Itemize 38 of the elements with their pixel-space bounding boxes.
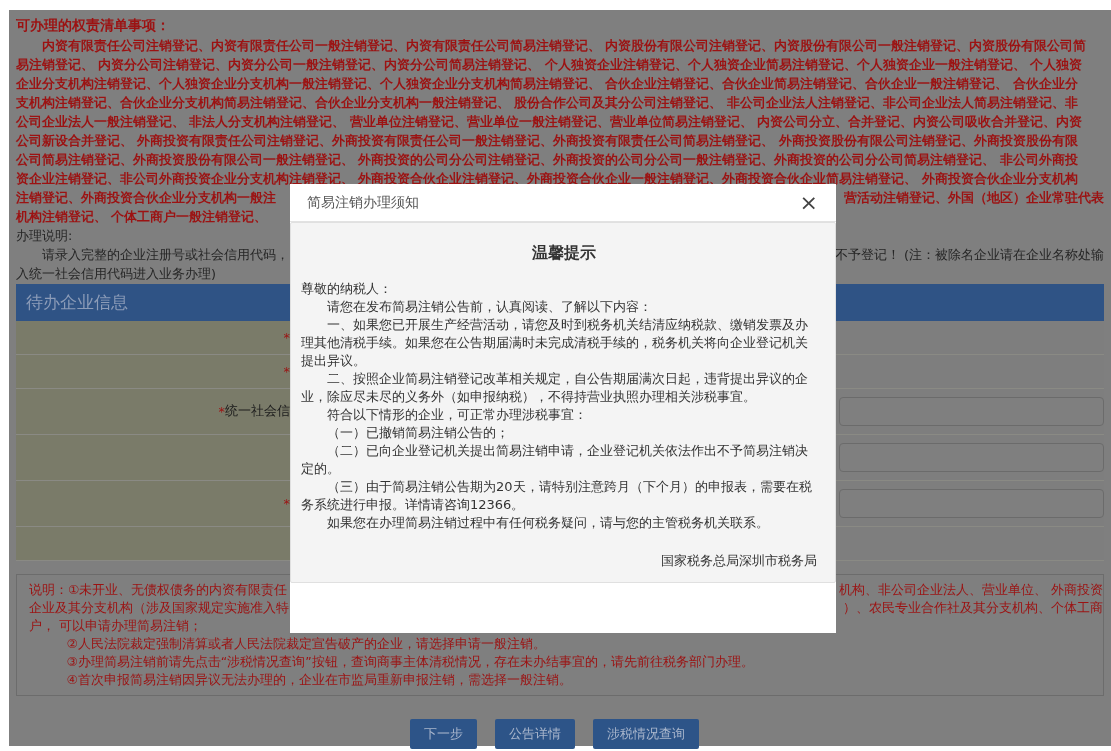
notes-text: 说明：①未开业、无债权债务的内资有限责任 xyxy=(29,581,288,599)
instructions-text: 不予登记！ (注：被除名企业请在企业名称处输 xyxy=(834,246,1104,264)
dialog-paragraph: （一）已撤销简易注销公告的； xyxy=(326,424,510,442)
instructions-text: 请录入完整的企业注册号或社会信用代码， xyxy=(40,246,289,264)
notes-text: ）、农民专业合作社及其分支机构、个体工商 xyxy=(843,599,1103,617)
rights-text: 营活动注销登记、外国（地区）企业常驻代表 xyxy=(844,189,1104,207)
rights-text: 支机构注销登记、合伙企业分支机构简易注销登记、合伙企业分支机构一般注销登记、 股份合作公司及其分公司注销登记、 非公司企业法人注销登记、非公司企业法人简易注销登记、非 xyxy=(16,94,1078,112)
close-button[interactable]: × xyxy=(795,191,822,214)
dialog-paragraph: （二）已向企业登记机关提出简易注销申请，企业登记机关依法作出不予简易注销决定的。 xyxy=(301,442,809,478)
dialog-heading: 温馨提示 xyxy=(531,243,597,263)
dialog-paragraph: （三）由于简易注销公告期为20天，请特别注意跨月（下个月）的申报表，需要在税务系统进行申报。详情请咨询12366。 xyxy=(301,478,813,514)
notes-text: 机构、非公司企业法人、营业单位、 外商投资 xyxy=(839,581,1103,599)
notes-text: ③办理简易注销前请先点击“涉税情况查询”按钮，查询商事主体清税情况，存在未办结事宜的，请先前往税务部门办理。 xyxy=(65,653,754,671)
rights-text: 公司新设合并登记、 外商投资有限责任公司注销登记、外商投资有限责任公司一般注销登记、外商投资有限责任公司简易注销登记、 外商投资股份有限公司注销登记、外商投资股份有限 xyxy=(16,132,1078,150)
required-mark: * xyxy=(283,330,290,345)
rights-text: 注销登记、外商投资合伙企业分支机构一般注 xyxy=(16,189,276,207)
rights-text: 机构注销登记、 个体工商户一般注销登记、 xyxy=(16,208,268,226)
dialog-title: 简易注销办理须知 xyxy=(307,193,419,212)
dialog-paragraph: 请您在发布简易注销公告前，认真阅读、了解以下内容： xyxy=(326,298,653,316)
dialog-paragraph: 二、按照企业简易注销登记改革相关规定，自公告期届满次日起，违背提出异议的企业，除应尽未尽的义务外（如申报纳税），不得持营业执照办理相关涉税事宜。 xyxy=(301,370,809,406)
rights-text: 内资有限责任公司注销登记、内资有限责任公司一般注销登记、内资有限责任公司简易注销登记、 内资股份有限公司注销登记、内资股份有限公司一般注销登记、内资股份有限公司简 xyxy=(40,37,1087,55)
required-mark: * xyxy=(283,364,290,379)
rights-text: 企业分支机构注销登记、个人独资企业分支机构一般注销登记、个人独资企业分支机构简易注销登记、 合伙企业注销登记、合伙企业简易注销登记、合伙企业一般注销登记、 合伙企业分 xyxy=(16,75,1078,93)
dialog-signature: 国家税务总局深圳市税务局 xyxy=(660,552,818,570)
rights-text: 公司企业法人一般注销登记、 非法人分支机构注销登记、 营业单位注销登记、营业单位一般注销登记、营业单位简易注销登记、 内资公司分立、合并登记、内资公司吸收合并登记、内资 xyxy=(16,113,1083,131)
action-button[interactable]: 下一步 xyxy=(409,719,477,749)
dialog-paragraph: 符合以下情形的企业，可正常办理涉税事宜： xyxy=(326,406,588,424)
notes-text: 企业及其分支机构（涉及国家规定实施准入特 xyxy=(29,599,289,617)
required-mark: * xyxy=(283,496,290,511)
action-button[interactable]: 涉税情况查询 xyxy=(592,719,699,749)
required-mark: * xyxy=(218,404,225,419)
section-title: 可办理的权责清单事项： xyxy=(16,16,170,35)
action-button[interactable]: 公告详情 xyxy=(494,719,575,749)
rights-text: 易注销登记、 内资分公司注销登记、内资分公司一般注销登记、内资分公司简易注销登记、 个人独资企业注销登记、个人独资企业简易注销登记、个人独资企业一般注销登记、 个人独资 xyxy=(16,56,1083,74)
rights-text: 公司简易注销登记、外商投资股份有限公司一般注销登记、 外商投资的公司分公司注销登记、外商投资的公司分公司一般注销登记、外商投资的公司分公司简易注销登记、 非公司外商投 xyxy=(16,151,1078,169)
dialog-paragraph: 如果您在办理简易注销过程中有任何税务疑问，请与您的主管税务机关联系。 xyxy=(326,514,770,532)
notes-text: 户， 可以申请办理简易注销； xyxy=(29,617,202,635)
instructions-title: 办理说明: xyxy=(16,227,73,245)
